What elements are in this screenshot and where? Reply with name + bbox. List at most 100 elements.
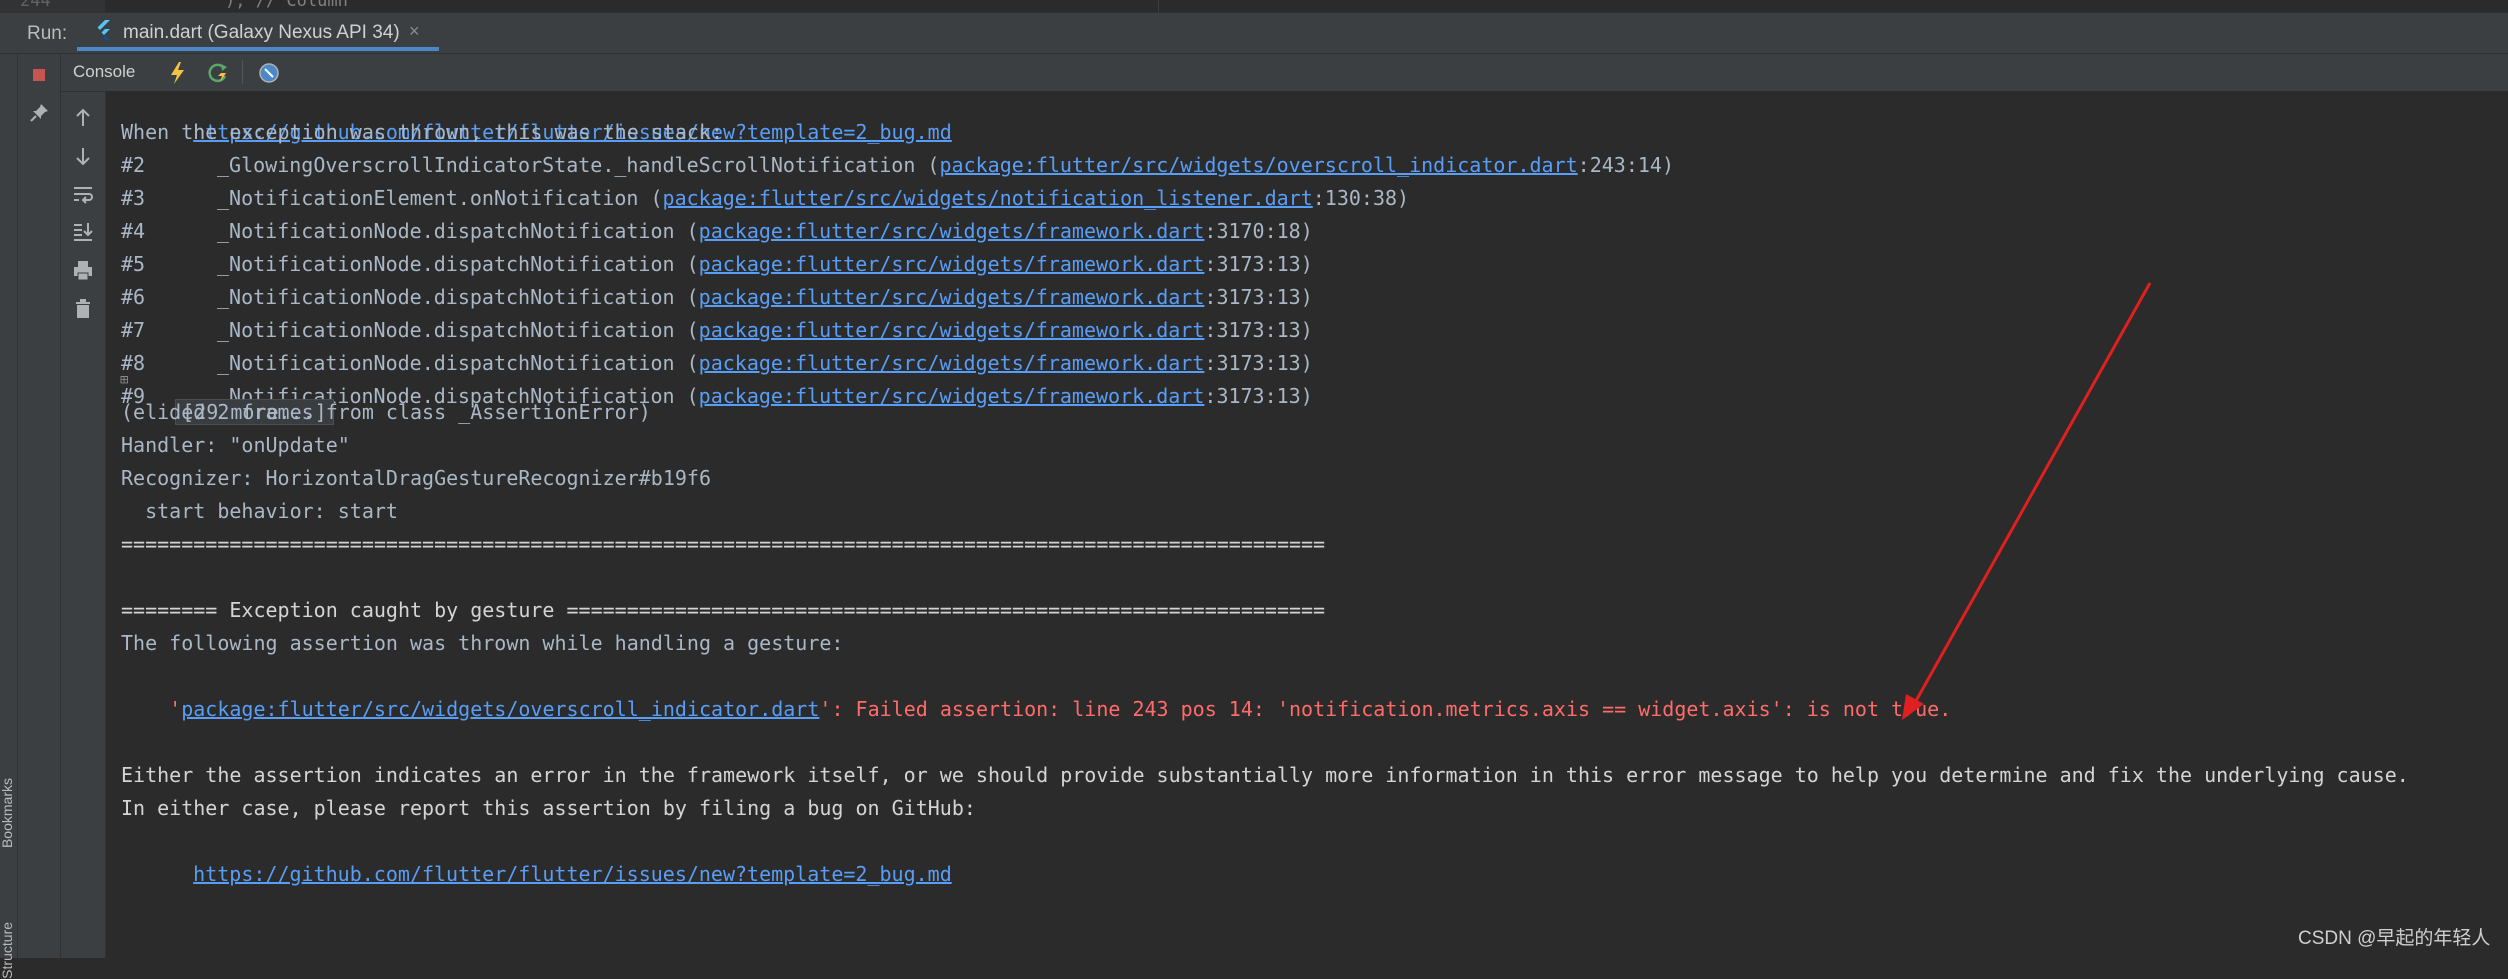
paren-open: ( bbox=[674, 285, 699, 309]
run-tab-label: main.dart (Galaxy Nexus API 34) bbox=[123, 22, 400, 43]
assertion-line: 'package:flutter/src/widgets/overscroll_… bbox=[121, 660, 1951, 721]
frame-function: _NotificationNode.dispatchNotification bbox=[217, 219, 675, 243]
down-arrow-icon[interactable] bbox=[68, 141, 98, 171]
paren-open: ( bbox=[638, 186, 663, 210]
console-toolbar: Console bbox=[61, 54, 2508, 92]
frame-position: 3173:13 bbox=[1216, 252, 1301, 276]
editor-right-margin bbox=[1158, 0, 1159, 12]
colon: : bbox=[1204, 384, 1217, 408]
paren-close: ) bbox=[1300, 219, 1313, 243]
soft-wrap-icon[interactable] bbox=[68, 179, 98, 209]
console-line: https://github.com/flutter/flutter/issue… bbox=[145, 825, 952, 886]
stack-frame: #4 _NotificationNode.dispatchNotification… bbox=[121, 215, 1313, 248]
frame-function: _GlowingOverscrollIndicatorState._handle… bbox=[217, 153, 916, 177]
frame-function: _NotificationNode.dispatchNotification bbox=[217, 318, 675, 342]
frame-source-link[interactable]: package:flutter/src/widgets/framework.da… bbox=[699, 318, 1205, 342]
colon: : bbox=[1204, 318, 1217, 342]
tab-console[interactable]: Console bbox=[73, 62, 135, 82]
assert-quote: ' bbox=[169, 697, 182, 721]
frame-position: 3173:13 bbox=[1216, 318, 1301, 342]
console-actions-column bbox=[61, 91, 106, 958]
colon: : bbox=[1204, 285, 1217, 309]
colon: : bbox=[1204, 252, 1217, 276]
console-line: The following assertion was thrown while… bbox=[121, 631, 844, 655]
frame-position: 3173:13 bbox=[1216, 285, 1301, 309]
editor-gutter bbox=[0, 0, 105, 12]
console-line: In either case, please report this asser… bbox=[121, 796, 976, 820]
close-icon[interactable]: × bbox=[409, 21, 420, 42]
paren-close: ) bbox=[1300, 252, 1313, 276]
frame-number: #6 bbox=[121, 285, 146, 309]
paren-close: ) bbox=[1300, 351, 1313, 375]
frame-source-link[interactable]: package:flutter/src/widgets/framework.da… bbox=[699, 252, 1205, 276]
frame-position: 243:14 bbox=[1589, 153, 1662, 177]
print-icon[interactable] bbox=[68, 255, 98, 285]
frame-function: _NotificationElement.onNotification bbox=[217, 186, 639, 210]
bookmarks-tab[interactable]: Bookmarks bbox=[0, 778, 15, 848]
stack-frame: #3 _NotificationElement.onNotification (p… bbox=[121, 182, 1409, 215]
frame-source-link[interactable]: package:flutter/src/widgets/framework.da… bbox=[699, 351, 1205, 375]
up-arrow-icon[interactable] bbox=[68, 103, 98, 133]
left-side-strip: Bookmarks Structure bbox=[0, 54, 18, 979]
stack-fold-line[interactable]: ⊞ [29 more...] bbox=[120, 363, 334, 425]
expand-icon[interactable]: ⊞ bbox=[120, 373, 134, 387]
console-line: Recognizer: HorizontalDragGestureRecogni… bbox=[121, 466, 712, 490]
colon: : bbox=[1204, 219, 1217, 243]
frame-number: #4 bbox=[121, 219, 146, 243]
stack-frame: #6 _NotificationNode.dispatchNotification… bbox=[121, 281, 1313, 314]
console-line: (elided 2 frames from class _AssertionEr… bbox=[121, 400, 651, 424]
hot-reload-icon[interactable] bbox=[162, 58, 192, 88]
frame-number: #5 bbox=[121, 252, 146, 276]
frame-source-link[interactable]: package:flutter/src/widgets/framework.da… bbox=[699, 219, 1205, 243]
flutter-icon bbox=[97, 20, 110, 40]
paren-close: ) bbox=[1300, 318, 1313, 342]
toolbar-separator bbox=[242, 60, 243, 84]
frame-source-link[interactable]: package:flutter/src/widgets/overscroll_i… bbox=[939, 153, 1577, 177]
console-line: https://github.com/flutter/flutter/issue… bbox=[145, 91, 952, 144]
devtools-icon[interactable] bbox=[254, 58, 284, 88]
frame-function: _NotificationNode.dispatchNotification bbox=[217, 252, 675, 276]
paren-open: ( bbox=[915, 153, 940, 177]
hot-restart-icon[interactable] bbox=[202, 58, 232, 88]
assert-message: ': Failed assertion: line 243 pos 14: 'n… bbox=[819, 697, 1952, 721]
stack-frame: #2 _GlowingOverscrollIndicatorState._hand… bbox=[121, 149, 1674, 182]
editor-line-number: 244 bbox=[20, 0, 51, 11]
stop-icon[interactable] bbox=[24, 60, 54, 90]
exception-header: ======== Exception caught by gesture ===… bbox=[121, 598, 1326, 622]
stack-frame: #5 _NotificationNode.dispatchNotification… bbox=[121, 248, 1313, 281]
frame-number: #7 bbox=[121, 318, 146, 342]
assert-source-link[interactable]: package:flutter/src/widgets/overscroll_i… bbox=[181, 697, 819, 721]
paren-open: ( bbox=[674, 384, 699, 408]
scroll-to-end-icon[interactable] bbox=[68, 217, 98, 247]
editor-sliver: 244 ); // Column bbox=[0, 0, 2508, 13]
trash-icon[interactable] bbox=[68, 293, 98, 323]
paren-open: ( bbox=[674, 351, 699, 375]
paren-open: ( bbox=[674, 219, 699, 243]
frame-source-link[interactable]: package:flutter/src/widgets/framework.da… bbox=[699, 285, 1205, 309]
frame-position: 3173:13 bbox=[1216, 384, 1301, 408]
colon: : bbox=[1204, 351, 1217, 375]
frame-source-link[interactable]: package:flutter/src/widgets/framework.da… bbox=[699, 384, 1205, 408]
paren-close: ) bbox=[1397, 186, 1410, 210]
structure-tab[interactable]: Structure bbox=[0, 922, 15, 979]
paren-close: ) bbox=[1661, 153, 1675, 177]
stack-frame: #7 _NotificationNode.dispatchNotification… bbox=[121, 314, 1313, 347]
run-actions-column bbox=[18, 54, 61, 958]
colon: : bbox=[1577, 153, 1590, 177]
frame-source-link[interactable]: package:flutter/src/widgets/notification… bbox=[663, 186, 1313, 210]
run-tab-main-dart[interactable]: main.dart (Galaxy Nexus API 34) × bbox=[77, 13, 439, 51]
console-line: When the exception was thrown, this was … bbox=[121, 120, 724, 144]
watermark: CSDN @早起的年轻人 bbox=[2298, 928, 2491, 949]
console-output[interactable]: https://github.com/flutter/flutter/issue… bbox=[106, 91, 2508, 958]
console-line: Either the assertion indicates an error … bbox=[121, 763, 2409, 787]
pin-icon[interactable] bbox=[24, 98, 54, 128]
console-link[interactable]: https://github.com/flutter/flutter/issue… bbox=[193, 862, 952, 886]
frame-position: 3173:13 bbox=[1216, 351, 1301, 375]
colon: : bbox=[1312, 186, 1325, 210]
frame-function: _NotificationNode.dispatchNotification bbox=[217, 285, 675, 309]
run-tool-window-header: Run: main.dart (Galaxy Nexus API 34) × bbox=[0, 13, 2508, 54]
console-line: Handler: "onUpdate" bbox=[121, 433, 350, 457]
editor-code-fragment: ); // Column bbox=[225, 0, 348, 11]
paren-close: ) bbox=[1300, 285, 1313, 309]
console-separator: ========================================… bbox=[121, 532, 1326, 556]
